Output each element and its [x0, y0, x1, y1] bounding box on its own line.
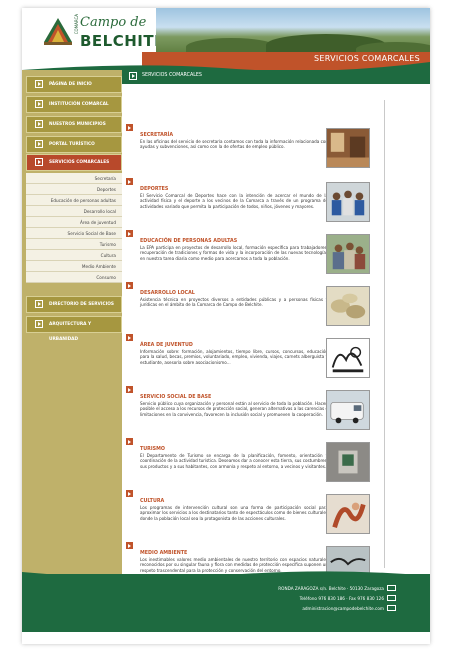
location-icon: [387, 585, 396, 591]
sidebar: PÁGINA DE INICIO INSTITUCIÓN COMARCAL NU…: [22, 70, 122, 574]
nav-home[interactable]: PÁGINA DE INICIO: [26, 76, 122, 93]
van-photo-thumbnail[interactable]: [326, 390, 370, 430]
servicios-submenu: Secretaría Deportes Educación de persona…: [26, 173, 122, 283]
submenu-item-deportes[interactable]: Deportes: [26, 184, 122, 195]
arrow-right-icon: [35, 320, 43, 328]
header: COMARCA Campo de BELCHITE SERVICIOS COMA…: [22, 8, 430, 76]
submenu-item-juventud[interactable]: Área de juventud: [26, 217, 122, 228]
section-juventud: ÁREA DE JUVENTUD Información sobre: form…: [122, 334, 430, 386]
main-title-bar: SERVICIOS COMARCALES: [122, 70, 430, 84]
logo-emblem-icon: [40, 14, 76, 46]
sports-photo-thumbnail[interactable]: [326, 182, 370, 222]
section-text: En las oficinas del servicio de secretar…: [140, 139, 328, 150]
section-title[interactable]: DEPORTES: [140, 187, 168, 192]
arrow-right-icon: [35, 158, 43, 166]
section-title[interactable]: CULTURA: [140, 499, 164, 504]
section-title[interactable]: SERVICIO SOCIAL DE BASE: [140, 395, 211, 400]
submenu-item-secretaria[interactable]: Secretaría: [26, 173, 122, 184]
submenu-item-cultura[interactable]: Cultura: [26, 250, 122, 261]
logo-word-campo: Campo de: [80, 15, 147, 30]
arrow-right-icon: [126, 334, 133, 341]
arrow-right-icon: [126, 124, 133, 131]
section-title[interactable]: EDUCACIÓN DE PERSONAS ADULTAS: [140, 239, 237, 244]
section-title[interactable]: DESARROLLO LOCAL: [140, 291, 195, 296]
submenu-item-desarrollo-local[interactable]: Desarrollo local: [26, 206, 122, 217]
arrow-right-icon: [35, 300, 43, 308]
main-title: SERVICIOS COMARCALES: [142, 73, 202, 78]
nav-municipios[interactable]: NUESTROS MUNICIPIOS: [26, 116, 122, 133]
nav-label: PORTAL TURÍSTICO: [49, 142, 95, 147]
submenu-item-turismo[interactable]: Turismo: [26, 239, 122, 250]
section-cultura: CULTURA Los programas de intervención cu…: [122, 490, 430, 542]
tourism-logo-thumbnail[interactable]: [326, 442, 370, 482]
nav-label: PÁGINA DE INICIO: [49, 82, 92, 87]
nav-label: ARQUITECTURA Y URBANIDAD: [49, 322, 92, 342]
logo-comarca-text: COMARCA: [74, 14, 79, 35]
arrow-right-icon: [126, 178, 133, 185]
arrow-right-icon: [126, 438, 133, 445]
footer-base: [22, 632, 430, 644]
nav-label: DIRECTORIO DE SERVICIOS: [49, 302, 114, 307]
office-photo-thumbnail[interactable]: [326, 128, 370, 168]
header-landscape-photo: [156, 8, 430, 56]
section-educacion-adultas: EDUCACIÓN DE PERSONAS ADULTAS La EPA par…: [122, 230, 430, 282]
nav-directorio-servicios[interactable]: DIRECTORIO DE SERVICIOS: [26, 296, 122, 313]
youth-logo-thumbnail[interactable]: [326, 338, 370, 378]
footer-email[interactable]: administracion@campodebelchite.com: [302, 606, 384, 611]
nav-institucion[interactable]: INSTITUCIÓN COMARCAL: [26, 96, 122, 113]
arrow-right-icon: [35, 140, 43, 148]
section-secretaria: SECRETARÍA En las oficinas del servicio …: [122, 124, 430, 176]
arrow-right-icon: [35, 80, 43, 88]
arrow-right-icon: [35, 120, 43, 128]
section-desarrollo-local: DESARROLLO LOCAL Asistencia técnica en p…: [122, 282, 430, 334]
nav-label: SERVICIOS COMARCALES: [49, 160, 110, 165]
section-text: El Departamento de Turismo se encarga de…: [140, 453, 328, 469]
section-text: La EPA participa en proyectos de desarro…: [140, 245, 328, 261]
email-icon[interactable]: [387, 605, 396, 611]
section-text: Información sobre: formación, alojamient…: [140, 349, 328, 365]
logo-word-belchite: BELCHITE: [80, 32, 165, 50]
arrow-right-icon: [126, 490, 133, 497]
footer-address: RONDA ZARAGOZA s/n. Belchite · 50130 Zar…: [278, 586, 384, 591]
section-text: El Servicio Comarcal de Deportes hace co…: [140, 193, 328, 209]
section-turismo: TURISMO El Departamento de Turismo se en…: [122, 438, 430, 490]
section-text: Servicio público cuya organización y per…: [140, 401, 328, 417]
nav-portal-turistico[interactable]: PORTAL TURÍSTICO: [26, 136, 122, 153]
main-content: SECRETARÍA En las oficinas del servicio …: [122, 84, 430, 586]
development-photo-thumbnail[interactable]: [326, 286, 370, 326]
section-text: Asistencia técnica en proyectos diversos…: [140, 297, 328, 308]
arrow-right-icon: [129, 72, 137, 80]
arrow-right-icon: [126, 386, 133, 393]
section-deportes: DEPORTES El Servicio Comarcal de Deporte…: [122, 178, 430, 230]
submenu-item-servicio-social[interactable]: Servicio Social de Base: [26, 228, 122, 239]
section-title[interactable]: MEDIO AMBIENTE: [140, 551, 187, 556]
arrow-right-icon: [126, 542, 133, 549]
section-servicio-social: SERVICIO SOCIAL DE BASE Servicio público…: [122, 386, 430, 438]
section-text: Los programas de intervención cultural s…: [140, 505, 328, 521]
submenu-item-consumo[interactable]: Consumo: [26, 272, 122, 283]
section-title[interactable]: SECRETARÍA: [140, 133, 173, 138]
nav-label: NUESTROS MUNICIPIOS: [49, 122, 106, 127]
culture-photo-thumbnail[interactable]: [326, 494, 370, 534]
nav-servicios-comarcales[interactable]: SERVICIOS COMARCALES: [26, 154, 122, 171]
page: COMARCA Campo de BELCHITE SERVICIOS COMA…: [22, 8, 430, 644]
arrow-right-icon: [126, 282, 133, 289]
phone-icon: [387, 595, 396, 601]
section-title[interactable]: ÁREA DE JUVENTUD: [140, 343, 193, 348]
submenu-item-medio-ambiente[interactable]: Medio Ambiente: [26, 261, 122, 272]
adults-photo-thumbnail[interactable]: [326, 234, 370, 274]
section-title[interactable]: TURISMO: [140, 447, 165, 452]
nav-arquitectura-urbanidad[interactable]: ARQUITECTURA Y URBANIDAD: [26, 316, 122, 342]
arrow-right-icon: [35, 100, 43, 108]
arrow-right-icon: [126, 230, 133, 237]
footer-phone: Teléfono 976 830 186 · Fax 976 830 126: [299, 596, 384, 601]
nav-label: INSTITUCIÓN COMARCAL: [49, 102, 109, 107]
submenu-item-educacion-adultas[interactable]: Educación de personas adultas: [26, 195, 122, 206]
